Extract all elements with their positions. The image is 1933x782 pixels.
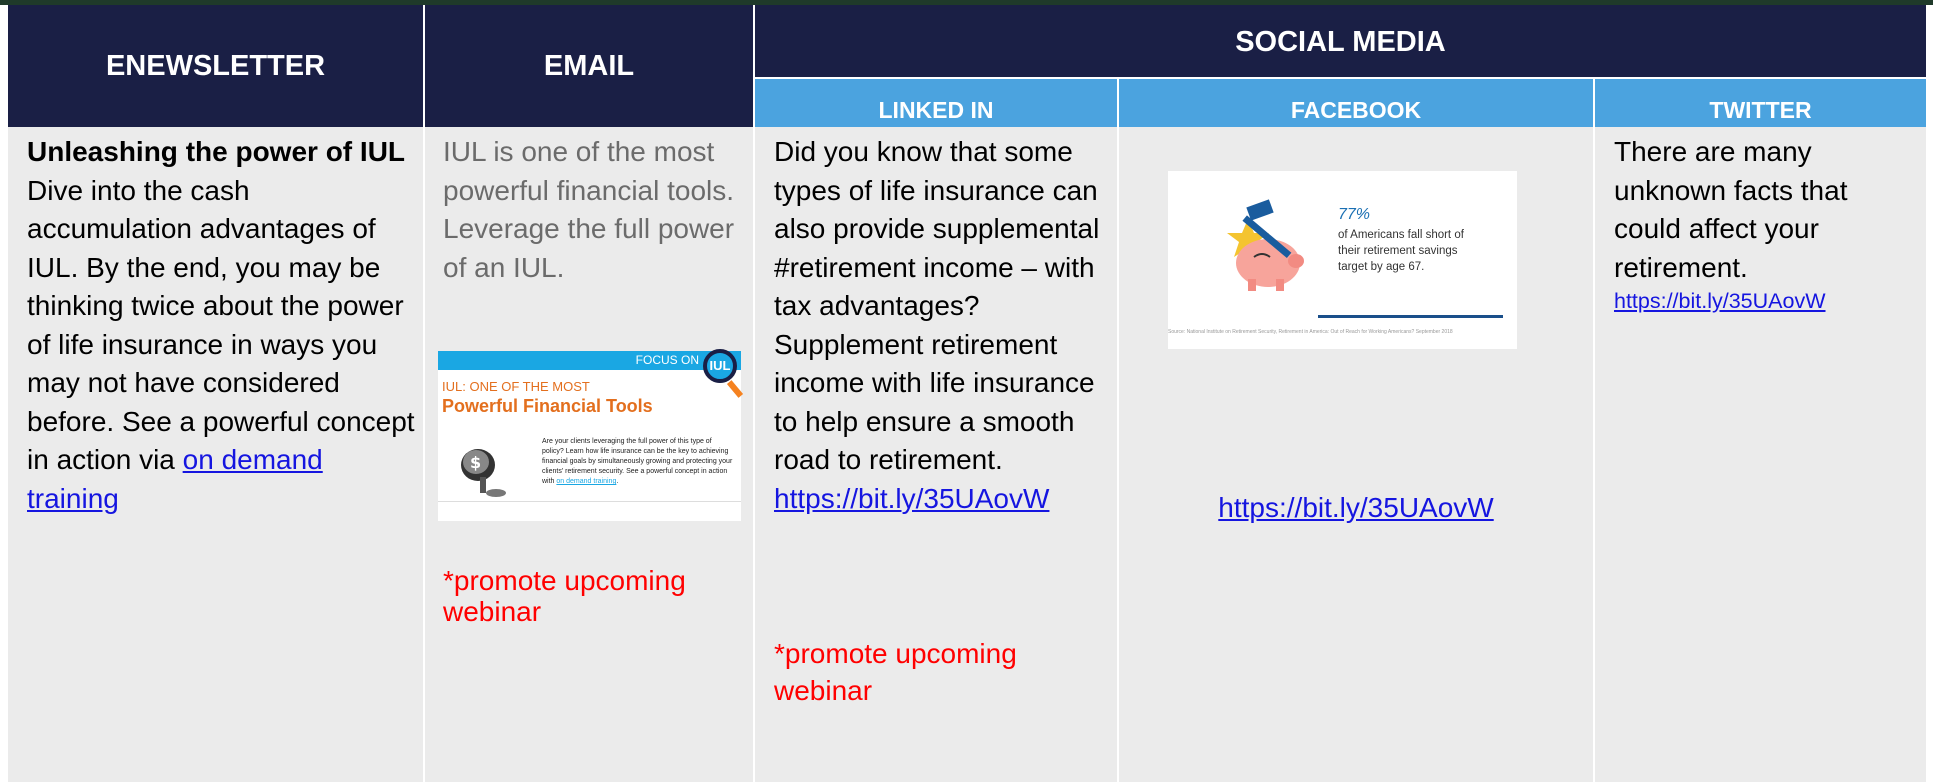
email-promo: *promote upcoming webinar [443,565,686,627]
column-divider [1593,77,1595,782]
facebook-thumbnail: 77% of Americans fall short of their ret… [1168,171,1517,349]
header-email: EMAIL [425,5,753,127]
email-thumbnail: FOCUS ON IUL IUL: ONE OF THE MOST Powerf… [438,349,744,521]
header-facebook: FACEBOOK [1119,79,1593,127]
column-divider [1117,77,1119,782]
content-calendar-table: ENEWSLETTER EMAIL SOCIAL MEDIA LINKED IN… [8,5,1926,782]
thumb-subtitle: IUL: ONE OF THE MOST [442,379,590,394]
svg-text:$: $ [470,453,481,472]
facebook-thumb-source: Source: National Institute on Retirement… [1168,329,1453,335]
enewsletter-body-text: Dive into the cash accumulation advantag… [27,174,415,476]
thumb-rule [438,501,741,502]
header-facebook-label: FACEBOOK [1290,97,1422,123]
header-enewsletter-label: ENEWSLETTER [105,49,326,82]
header-social-media: SOCIAL MEDIA [755,5,1926,77]
header-social-media-label: SOCIAL MEDIA [1235,25,1446,58]
column-divider [423,5,425,782]
facebook-link-wrap: https://bit.ly/35UAovW [1119,489,1593,528]
facebook-thumb-text: of Americans fall short of their retirem… [1338,229,1464,273]
header-linkedin: LINKED IN [755,79,1117,127]
thumb-text: Are your clients leveraging the full pow… [542,437,734,487]
header-linkedin-label: LINKED IN [878,97,994,123]
header-email-label: EMAIL [543,49,635,82]
enewsletter-body: Dive into the cash accumulation advantag… [27,172,417,519]
email-body: IUL is one of the most powerful financia… [443,136,735,283]
coin-magnet-icon: $ [461,449,506,497]
header-twitter: TWITTER [1595,79,1926,127]
email-cell: IUL is one of the most powerful financia… [443,133,743,287]
magnifier-handle [726,380,744,398]
thumb-iul-label: IUL [709,358,731,373]
piggy-bank-hammer-icon [1227,199,1304,291]
thumb-text-end: . [616,478,619,485]
twitter-body: There are many unknown facts that could … [1614,136,1848,283]
column-divider [753,5,755,782]
magnifier-icon: IUL [703,349,737,383]
enewsletter-title: Unleashing the power of IUL [27,136,406,167]
row-divider [755,77,1926,79]
linkedin-promo: *promote upcoming webinar [774,638,1017,706]
thumb-link: on demand training [556,478,617,485]
linkedin-body: Did you know that some types of life ins… [774,136,1100,475]
facebook-thumb-rule [1318,315,1503,318]
header-twitter-label: TWITTER [1709,97,1812,123]
facebook-link[interactable]: https://bit.ly/35UAovW [1218,492,1493,523]
twitter-link[interactable]: https://bit.ly/35UAovW [1614,287,1919,315]
thumb-focus-label: FOCUS ON [635,353,699,367]
linkedin-cell: Did you know that some types of life ins… [774,133,1109,518]
thumb-title: Powerful Financial Tools [442,396,653,416]
enewsletter-cell: Unleashing the power of IUL Dive into th… [27,133,417,518]
linkedin-link[interactable]: https://bit.ly/35UAovW [774,483,1049,514]
header-enewsletter: ENEWSLETTER [8,5,423,127]
twitter-cell: There are many unknown facts that could … [1614,133,1919,315]
facebook-thumb-pct: 77% [1338,206,1371,223]
